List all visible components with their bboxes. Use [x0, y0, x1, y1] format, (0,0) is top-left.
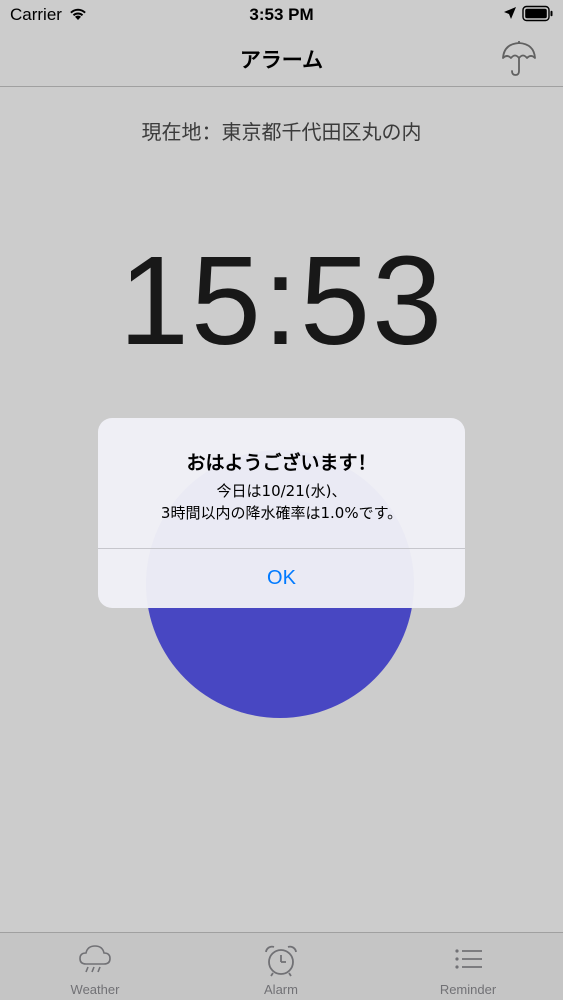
alert-message-line-1: 今日は10/21(水)、: [216, 482, 347, 500]
alert-dialog: おはようございます！ 今日は10/21(水)、 3時間以内の降水確率は1.0%で…: [98, 418, 465, 608]
alert-message-line-2: 3時間以内の降水確率は1.0%です。: [160, 504, 403, 522]
screen: Carrier 3:53 PM アラーム 現在地：東京都千代田区丸の内 15:5…: [0, 0, 563, 1000]
alert-title: おはようございます！: [186, 452, 377, 474]
alert-message: 今日は10/21(水)、 3時間以内の降水確率は1.0%です。: [98, 480, 465, 524]
ok-button[interactable]: OK: [98, 549, 465, 608]
